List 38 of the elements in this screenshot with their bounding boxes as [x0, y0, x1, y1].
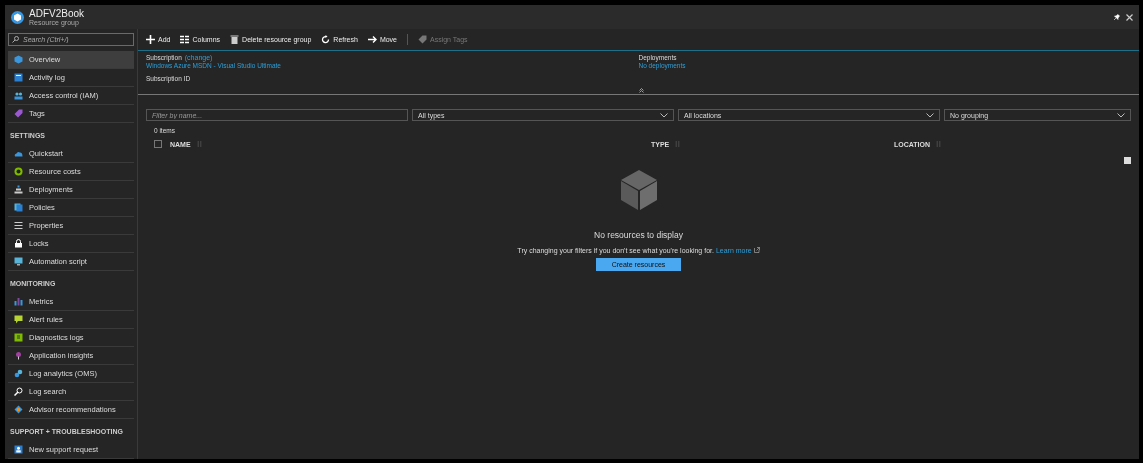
chevron-down-icon [1117, 112, 1125, 118]
log-file-icon [14, 333, 23, 342]
sort-icon [936, 141, 942, 147]
external-link-icon [753, 247, 760, 253]
stack-icon [14, 185, 23, 194]
close-icon[interactable] [1126, 13, 1133, 21]
magnifier-icon [14, 387, 23, 396]
monitor-icon [14, 257, 23, 266]
scrollbar-thumb[interactable] [1124, 157, 1131, 164]
log-icon [14, 73, 23, 82]
bar-chart-icon [14, 297, 23, 306]
chevron-down-icon [660, 112, 668, 118]
sort-icon [675, 141, 681, 147]
coin-icon [14, 167, 23, 176]
columns-icon [180, 35, 190, 44]
speech-bubble-icon [14, 315, 23, 324]
links-icon [14, 369, 23, 378]
sort-icon [196, 141, 202, 147]
cube-icon [14, 55, 23, 64]
plus-icon [146, 35, 155, 44]
list-icon [14, 221, 23, 230]
person-icon [14, 445, 23, 454]
pin-icon[interactable] [1113, 13, 1120, 21]
collapse-icon[interactable] [638, 88, 644, 93]
cloud-icon [14, 149, 23, 158]
document-icon [14, 203, 23, 212]
right-arrow-icon [367, 35, 377, 44]
tag-icon [14, 109, 23, 118]
cube-icon [620, 170, 657, 210]
select-all-checkbox[interactable] [154, 140, 162, 148]
tag-icon [418, 35, 427, 44]
window-title: ADFV2Book [29, 8, 85, 19]
trash-icon [230, 35, 240, 44]
chevron-down-icon [926, 112, 934, 118]
cube-icon [11, 10, 24, 24]
refresh-icon [321, 35, 331, 44]
empty-title: No resources to display [594, 230, 683, 240]
lock-icon [14, 239, 23, 248]
